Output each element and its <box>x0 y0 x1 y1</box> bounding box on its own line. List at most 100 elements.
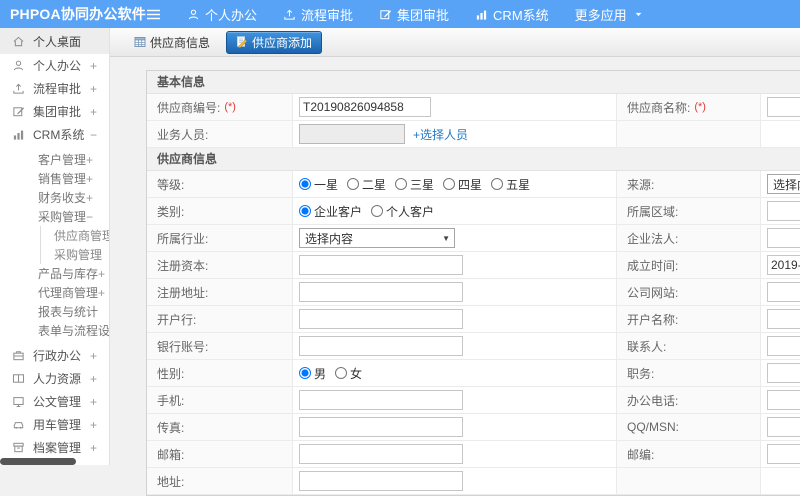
sidebar-item[interactable]: 报表与统计 <box>0 302 109 321</box>
form-row: 注册地址: 公司网站: <box>147 279 800 306</box>
car-icon <box>12 418 25 431</box>
sidebar-item[interactable]: 产品与库存 + <box>0 264 109 283</box>
radio-option[interactable]: 四星 <box>443 176 482 193</box>
radio-button[interactable] <box>299 178 311 190</box>
radio-option[interactable]: 企业客户 <box>299 203 362 220</box>
sidebar-item[interactable]: 销售管理 + <box>0 169 109 188</box>
text-input[interactable] <box>299 390 463 410</box>
text-input[interactable] <box>767 97 800 117</box>
radio-button[interactable] <box>299 367 311 379</box>
radio-button[interactable] <box>299 205 311 217</box>
sidebar-item[interactable]: 表单与流程设置+ <box>0 321 109 340</box>
sidebar-item[interactable]: 采购管理 − <box>0 207 109 226</box>
nav-item[interactable]: 个人办公 <box>187 5 257 24</box>
radio-option[interactable]: 二星 <box>347 176 386 193</box>
expand-icon[interactable]: + <box>90 105 97 119</box>
expand-icon[interactable]: + <box>90 59 97 73</box>
field-input-cell <box>293 333 617 359</box>
radio-label: 二星 <box>362 177 387 192</box>
sidebar-item[interactable]: 财务收支 + <box>0 188 109 207</box>
readonly-text-input[interactable] <box>299 124 405 144</box>
text-input[interactable] <box>767 255 800 275</box>
sidebar-item[interactable]: 代理商管理 + <box>0 283 109 302</box>
expand-icon[interactable]: + <box>90 395 97 409</box>
radio-option[interactable]: 男 <box>299 365 326 382</box>
field-label-cell: 类别: <box>147 198 293 224</box>
text-input[interactable] <box>767 228 800 248</box>
radio-option[interactable]: 三星 <box>395 176 434 193</box>
expand-icon[interactable]: + <box>90 441 97 455</box>
expand-icon[interactable]: + <box>90 82 97 96</box>
text-input[interactable] <box>299 444 463 464</box>
nav-item[interactable]: 更多应用 <box>575 5 643 24</box>
sidebar-item[interactable]: 用车管理 + <box>0 413 109 436</box>
sidebar-item-label: 供应商管理 <box>54 229 110 243</box>
radio-button[interactable] <box>371 205 384 217</box>
radio-button[interactable] <box>395 178 408 190</box>
radio-option[interactable]: 个人客户 <box>371 203 434 220</box>
expand-icon[interactable]: + <box>86 191 93 205</box>
sidebar-item[interactable]: 档案管理 + <box>0 436 109 459</box>
text-input[interactable] <box>299 471 463 491</box>
expand-icon[interactable]: + <box>86 153 93 167</box>
radio-option[interactable]: 女 <box>335 365 362 382</box>
sidebar-item-label: 财务收支 <box>38 191 87 205</box>
radio-button[interactable] <box>491 178 504 190</box>
text-input[interactable] <box>767 309 800 329</box>
form-row: 供应商编号:(*)供应商名称:(*) <box>147 94 800 121</box>
text-input[interactable] <box>299 417 463 437</box>
radio-button[interactable] <box>347 178 360 190</box>
field-label: 邮编: <box>627 447 655 462</box>
expand-icon[interactable]: + <box>90 372 97 386</box>
text-input[interactable] <box>299 309 463 329</box>
menu-toggle-icon[interactable] <box>146 8 161 21</box>
radio-option[interactable]: 一星 <box>299 176 338 193</box>
nav-item[interactable]: 流程审批 <box>283 5 353 24</box>
sidebar-item[interactable]: 供应商管理 <box>0 226 109 245</box>
collapse-icon[interactable]: − <box>86 210 93 224</box>
radio-button[interactable] <box>443 178 456 190</box>
tab-supplier-add[interactable]: 供应商添加 <box>226 30 323 54</box>
sidebar-item[interactable]: 行政办公 + <box>0 344 109 367</box>
text-input[interactable] <box>299 97 431 117</box>
text-input[interactable] <box>299 282 463 302</box>
choose-person-link[interactable]: +选择人员 <box>413 126 468 143</box>
expand-icon[interactable]: + <box>98 267 105 281</box>
nav-item[interactable]: CRM系统 <box>475 5 549 24</box>
collapse-icon[interactable]: − <box>90 128 97 142</box>
select-box[interactable]: 选择内容▼ <box>767 174 800 194</box>
text-input[interactable] <box>299 255 463 275</box>
nav-item[interactable]: 集团审批 <box>379 5 449 24</box>
field-label-cell: 供应商名称: (*) <box>617 94 761 120</box>
sidebar-item[interactable]: 人力资源 + <box>0 367 109 390</box>
sidebar-item[interactable]: 个人桌面 <box>0 28 109 54</box>
radio-button[interactable] <box>335 367 348 379</box>
text-input[interactable] <box>767 390 800 410</box>
text-input[interactable] <box>299 336 463 356</box>
expand-icon[interactable]: + <box>98 286 105 300</box>
tab-supplier-info[interactable]: 供应商信息 <box>128 31 216 54</box>
sidebar: 个人桌面 个人办公 + 流程审批 + 集团审批 + CRM系统 − 客户管理 + 销售管理 + 财务收支 +… <box>0 28 110 465</box>
expand-icon[interactable]: + <box>90 349 97 363</box>
sidebar-item[interactable]: 客户管理 + <box>0 150 109 169</box>
text-input[interactable] <box>767 363 800 383</box>
sidebar-item[interactable]: 个人办公 + <box>0 54 109 77</box>
text-input[interactable] <box>767 444 800 464</box>
select-box[interactable]: 选择内容▼ <box>299 228 455 248</box>
form-row: 业务人员: +选择人员 <box>147 121 800 148</box>
sidebar-item[interactable]: 集团审批 + <box>0 100 109 123</box>
field-label-cell: 所属行业: <box>147 225 293 251</box>
radio-option[interactable]: 五星 <box>491 176 530 193</box>
sidebar-item[interactable]: 采购管理 <box>0 245 109 264</box>
text-input[interactable] <box>767 201 800 221</box>
horizontal-scrollbar-thumb[interactable] <box>0 458 76 465</box>
text-input[interactable] <box>767 282 800 302</box>
expand-icon[interactable]: + <box>86 172 93 186</box>
expand-icon[interactable]: + <box>90 418 97 432</box>
field-input-cell <box>761 252 800 278</box>
sidebar-item[interactable]: 公文管理 + <box>0 390 109 413</box>
sidebar-item[interactable]: 流程审批 + <box>0 77 109 100</box>
text-input[interactable] <box>767 336 800 356</box>
sidebar-item[interactable]: CRM系统 − <box>0 123 109 146</box>
text-input[interactable] <box>767 417 800 437</box>
